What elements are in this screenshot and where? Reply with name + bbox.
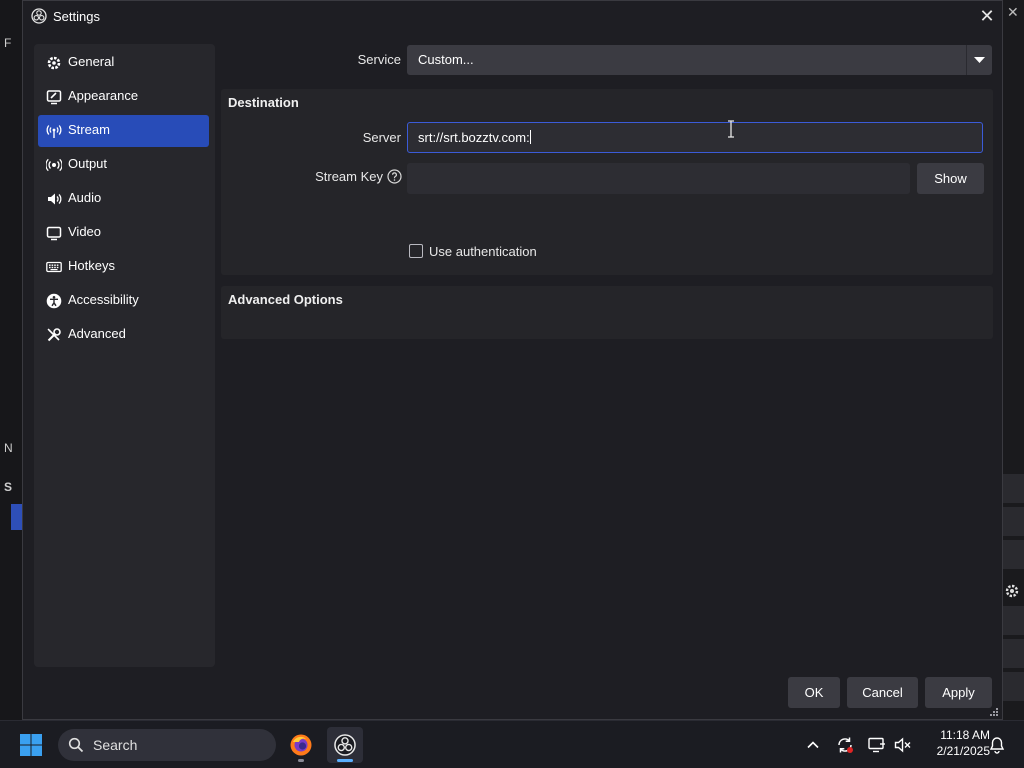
sidebar-item-label: Stream — [68, 122, 110, 137]
advanced-options-title[interactable]: Advanced Options — [228, 292, 343, 307]
firefox-icon — [290, 734, 312, 756]
keyboard-icon — [46, 261, 62, 273]
sidebar-item-label: Accessibility — [68, 292, 139, 307]
sidebar-item-label: Output — [68, 156, 108, 171]
cancel-button[interactable]: Cancel — [847, 677, 918, 708]
use-authentication-checkbox[interactable] — [409, 244, 423, 258]
app-active-indicator — [337, 759, 353, 762]
clock-date: 2/21/2025 — [936, 744, 990, 758]
bg-row — [1003, 606, 1024, 636]
output-icon — [46, 158, 62, 172]
background-selection — [11, 504, 22, 530]
bg-fragment: S — [4, 480, 13, 494]
taskbar-clock[interactable]: 11:18 AM 2/21/2025 — [918, 727, 990, 759]
resize-grip-icon[interactable] — [989, 707, 999, 717]
text-cursor-icon — [728, 120, 734, 138]
speaker-icon — [48, 193, 62, 205]
antenna-icon — [46, 125, 62, 138]
advanced-options-group: Advanced Options — [221, 286, 993, 339]
clock-time: 11:18 AM — [940, 728, 990, 742]
chevron-down-icon[interactable] — [966, 45, 992, 75]
taskbar-search[interactable]: Search — [58, 729, 276, 761]
title-bar: Settings ✕ — [23, 1, 1002, 33]
service-select[interactable]: Custom... — [407, 45, 992, 75]
volume-muted-icon[interactable] — [893, 735, 913, 755]
window-title: Settings — [53, 9, 100, 24]
bg-row — [1003, 639, 1024, 669]
windows-start-icon[interactable] — [19, 733, 43, 757]
taskbar-app-firefox[interactable] — [283, 727, 319, 763]
stream-key-input[interactable] — [407, 163, 910, 194]
background-right-strip: ✕ — [1003, 0, 1024, 720]
show-key-button[interactable]: Show — [917, 163, 984, 194]
service-value: Custom... — [418, 52, 474, 67]
display-icon[interactable] — [867, 735, 887, 755]
sidebar-item-label: Advanced — [68, 326, 126, 341]
taskbar-app-obs[interactable] — [327, 727, 363, 763]
service-label: Service — [357, 52, 401, 67]
bg-close-icon: ✕ — [1007, 5, 1019, 21]
use-authentication-label[interactable]: Use authentication — [429, 244, 537, 259]
destination-title: Destination — [228, 95, 299, 110]
close-icon[interactable]: ✕ — [973, 3, 1001, 31]
bg-row — [1003, 474, 1024, 504]
settings-sidebar: General Appearance Stream Output Audio V… — [34, 44, 215, 667]
sidebar-item-hotkeys[interactable]: Hotkeys — [38, 251, 209, 283]
gear-icon — [47, 56, 61, 70]
app-running-indicator — [298, 759, 304, 762]
sidebar-item-accessibility[interactable]: Accessibility — [38, 285, 209, 317]
search-placeholder: Search — [93, 737, 138, 753]
bg-row — [1003, 672, 1024, 702]
sidebar-item-label: Video — [68, 224, 102, 239]
bg-gear-icon — [1004, 583, 1020, 603]
chevron-up-icon[interactable] — [803, 735, 823, 755]
text-caret — [529, 130, 531, 144]
sidebar-item-audio[interactable]: Audio — [38, 183, 209, 215]
stream-key-label: Stream Key — [315, 169, 383, 184]
appearance-icon — [46, 90, 62, 105]
background-left-strip: F N S — [0, 0, 22, 720]
accessibility-icon — [46, 293, 62, 309]
sidebar-item-stream[interactable]: Stream — [38, 115, 209, 147]
sidebar-item-output[interactable]: Output — [38, 149, 209, 181]
server-label: Server — [362, 130, 401, 145]
bg-row — [1003, 507, 1024, 537]
obs-logo-icon — [31, 8, 47, 24]
help-icon[interactable] — [387, 169, 402, 184]
sidebar-item-general[interactable]: General — [38, 47, 209, 79]
taskbar: Search 11:18 AM 2/21/2025 — [0, 720, 1024, 768]
bg-fragment: F — [4, 36, 12, 50]
bg-fragment: N — [4, 441, 13, 455]
monitor-icon — [46, 226, 62, 241]
search-icon — [68, 737, 84, 753]
server-value: srt://srt.bozztv.com: — [418, 130, 531, 145]
sidebar-item-label: Appearance — [68, 88, 139, 103]
sidebar-item-appearance[interactable]: Appearance — [38, 81, 209, 113]
notification-bell-icon[interactable] — [987, 735, 1007, 755]
tools-icon — [47, 328, 61, 342]
sidebar-item-video[interactable]: Video — [38, 217, 209, 249]
sync-icon[interactable] — [835, 735, 855, 755]
bg-row — [1003, 540, 1024, 570]
sidebar-item-advanced[interactable]: Advanced — [38, 319, 209, 351]
sidebar-item-label: General — [68, 54, 115, 69]
sidebar-item-label: Hotkeys — [68, 258, 115, 273]
ok-button[interactable]: OK — [788, 677, 840, 708]
sidebar-item-label: Audio — [68, 190, 102, 205]
server-input[interactable]: srt://srt.bozztv.com: — [407, 122, 983, 153]
apply-button[interactable]: Apply — [925, 677, 992, 708]
obs-icon — [334, 734, 356, 756]
settings-dialog: Settings ✕ General Appearance Stream Out… — [22, 0, 1003, 720]
